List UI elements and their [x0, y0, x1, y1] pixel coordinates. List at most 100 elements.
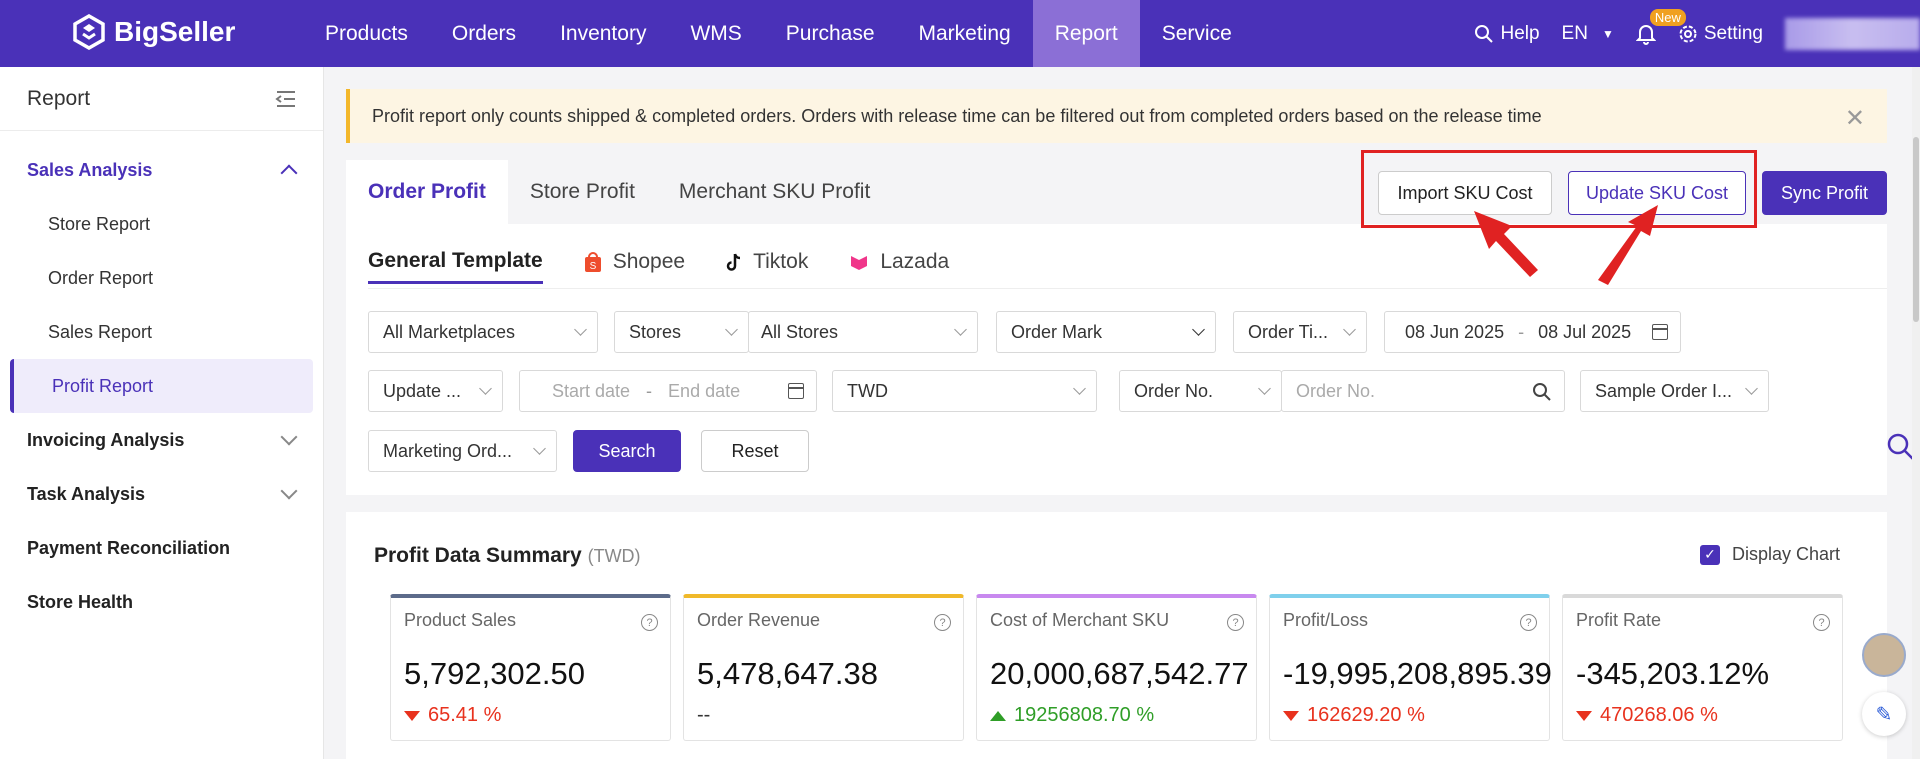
- nav-marketing[interactable]: Marketing: [897, 0, 1033, 67]
- top-right-actions: Help EN ▼ New Setting: [1474, 0, 1920, 67]
- notice-banner: Profit report only counts shipped & comp…: [346, 89, 1887, 143]
- chevron-down-icon: [1073, 382, 1086, 395]
- search-button[interactable]: Search: [573, 430, 681, 472]
- user-account-blurred[interactable]: [1785, 17, 1920, 50]
- metric-label: Profit Rate: [1576, 610, 1662, 630]
- nav-inventory[interactable]: Inventory: [538, 0, 668, 67]
- metric-card: Order Revenue ? 5,478,647.38 --: [683, 594, 964, 741]
- close-icon[interactable]: ✕: [1845, 104, 1865, 133]
- select-value: Update ...: [383, 380, 462, 401]
- sidebar-item-profit-report[interactable]: Profit Report: [10, 359, 313, 413]
- report-tabs: Order Profit Store Profit Merchant SKU P…: [346, 160, 892, 224]
- currency-select[interactable]: TWD: [832, 370, 1097, 412]
- metric-card: Profit/Loss ? -19,995,208,895.39 162629.2…: [1269, 594, 1552, 741]
- page-scrollbar[interactable]: [1912, 67, 1920, 759]
- metric-change: 470268.06 %: [1576, 704, 1718, 727]
- sidebar-header: Report: [0, 67, 323, 131]
- lazada-icon: [851, 256, 868, 270]
- metric-change-value: 162629.20 %: [1307, 704, 1425, 726]
- help-link[interactable]: Help: [1474, 23, 1540, 45]
- help-icon[interactable]: ?: [1227, 614, 1244, 631]
- search-icon: [1475, 24, 1494, 43]
- setting-link[interactable]: Setting: [1678, 23, 1763, 45]
- chat-icon[interactable]: ✎: [1862, 692, 1906, 736]
- shopee-icon: S: [584, 252, 601, 272]
- sync-profit-button[interactable]: Sync Profit: [1762, 171, 1887, 215]
- summary-title: Profit Data Summary (TWD): [374, 544, 641, 568]
- sidebar-group-label: Store Health: [27, 591, 134, 612]
- order-mark-select[interactable]: Order Mark: [996, 311, 1216, 353]
- sidebar-item-store-health[interactable]: Store Health: [0, 575, 323, 629]
- order-no-type-select[interactable]: Order No.: [1119, 370, 1282, 412]
- metric-label: Order Revenue: [697, 610, 821, 630]
- profit-summary-card: Profit Data Summary (TWD) ✓ Display Char…: [346, 512, 1887, 759]
- help-icon[interactable]: ?: [1520, 614, 1537, 631]
- order-no-input[interactable]: Order No.: [1281, 370, 1565, 412]
- bigseller-logo[interactable]: BigSeller: [72, 14, 235, 50]
- display-chart-toggle[interactable]: ✓ Display Chart: [1699, 544, 1840, 565]
- order-time-select[interactable]: Order Ti...: [1233, 311, 1367, 353]
- nav-purchase[interactable]: Purchase: [764, 0, 897, 67]
- nav-orders[interactable]: Orders: [430, 0, 538, 67]
- subtab-lazada[interactable]: Lazada: [848, 240, 949, 284]
- help-icon[interactable]: ?: [934, 614, 951, 631]
- main-nav: Products Orders Inventory WMS Purchase M…: [303, 0, 1254, 67]
- notification-bell[interactable]: New: [1635, 8, 1686, 45]
- metric-label: Profit/Loss: [1283, 610, 1369, 630]
- subtab-general-template[interactable]: General Template: [368, 240, 543, 284]
- subtab-tiktok[interactable]: Tiktok: [725, 240, 808, 284]
- support-avatar[interactable]: [1862, 633, 1906, 677]
- metric-change-value: --: [697, 704, 711, 726]
- sidebar-group-sales-analysis[interactable]: Sales Analysis: [0, 143, 323, 197]
- marketing-order-select[interactable]: Marketing Ord...: [368, 430, 557, 472]
- chevron-down-icon: [280, 428, 298, 446]
- sidebar-group-invoicing-analysis[interactable]: Invoicing Analysis: [0, 413, 323, 467]
- subtab-shopee[interactable]: S Shopee: [583, 240, 685, 284]
- sidebar-group-label: Task Analysis: [27, 483, 146, 504]
- scrollbar-thumb[interactable]: [1913, 137, 1919, 322]
- update-date-range[interactable]: Start date - End date: [519, 370, 817, 412]
- sidebar-item-sales-report[interactable]: Sales Report: [0, 305, 323, 359]
- sample-order-select[interactable]: Sample Order I...: [1580, 370, 1769, 412]
- nav-products[interactable]: Products: [303, 0, 430, 67]
- gear-icon: [1679, 25, 1697, 42]
- reset-button[interactable]: Reset: [701, 430, 809, 472]
- annotation-highlight-box: [1361, 150, 1757, 228]
- sidebar-item-payment-reconciliation[interactable]: Payment Reconciliation: [0, 521, 323, 575]
- metric-change: 19256808.70 %: [990, 704, 1154, 727]
- collapse-menu-icon[interactable]: [275, 90, 297, 108]
- subtab-label: Lazada: [880, 250, 950, 273]
- search-icon[interactable]: [1532, 382, 1552, 402]
- sidebar-item-order-report[interactable]: Order Report: [0, 251, 323, 305]
- help-icon[interactable]: ?: [1813, 614, 1830, 631]
- top-navbar: BigSeller Products Orders Inventory WMS …: [0, 0, 1920, 67]
- sidebar-item-store-report[interactable]: Store Report: [0, 197, 323, 251]
- tab-merchant-sku-profit[interactable]: Merchant SKU Profit: [657, 160, 892, 224]
- update-time-select[interactable]: Update ...: [368, 370, 503, 412]
- sidebar: Report Sales Analysis Store Report Order…: [0, 67, 324, 759]
- tab-order-profit[interactable]: Order Profit: [346, 160, 508, 224]
- metric-value: 5,478,647.38: [697, 656, 879, 691]
- stores-select[interactable]: All Stores: [748, 311, 978, 353]
- nav-service[interactable]: Service: [1140, 0, 1254, 67]
- svg-text:S: S: [589, 261, 596, 272]
- sidebar-group-task-analysis[interactable]: Task Analysis: [0, 467, 323, 521]
- metric-card: Profit Rate ? -345,203.12% 470268.06 %: [1562, 594, 1843, 741]
- nav-report[interactable]: Report: [1032, 0, 1140, 67]
- order-date-range[interactable]: 08 Jun 2025 - 08 Jul 2025: [1384, 311, 1681, 353]
- metric-change: --: [697, 704, 710, 727]
- marketplace-select[interactable]: All Marketplaces: [368, 311, 598, 353]
- trend-down-icon: [1576, 710, 1592, 721]
- chevron-down-icon: [574, 323, 587, 336]
- metric-change-value: 65.41 %: [428, 704, 502, 726]
- trend-down-icon: [404, 710, 420, 721]
- tab-store-profit[interactable]: Store Profit: [508, 160, 657, 224]
- metric-value: -345,203.12%: [1576, 656, 1770, 691]
- language-select[interactable]: EN ▼: [1562, 23, 1614, 45]
- nav-wms[interactable]: WMS: [668, 0, 763, 67]
- calendar-icon: [788, 383, 804, 399]
- help-icon[interactable]: ?: [641, 614, 658, 631]
- date-separator: -: [1518, 321, 1525, 342]
- stores-type-select[interactable]: Stores: [614, 311, 749, 353]
- bell-icon: [1635, 24, 1656, 45]
